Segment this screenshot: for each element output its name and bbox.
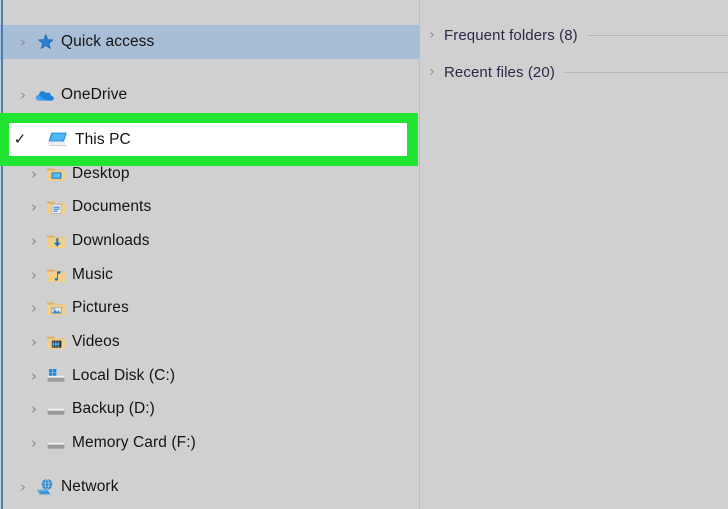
pane-splitter[interactable] [419,0,420,509]
left-edge-accent-line [1,0,3,509]
tree-item-onedrive[interactable]: › OneDrive [0,78,419,112]
star-icon [34,32,56,52]
tree-item-quick-access[interactable]: › Quick access [0,25,419,59]
cloud-icon [34,85,56,105]
chevron-right-icon[interactable]: › [23,435,45,451]
content-pane: › Frequent folders (8) › Recent files (2… [420,0,728,509]
group-header-label: Frequent folders (8) [444,26,578,44]
tree-item-label: Pictures [72,299,129,316]
check-icon[interactable]: ✓ [9,132,31,147]
chevron-right-icon[interactable]: › [12,479,34,495]
tree-item-label: Documents [72,198,152,215]
chevron-right-icon[interactable]: › [23,334,45,350]
tree-item-label: Music [72,266,113,283]
folder-downloads-icon [45,231,67,251]
tree-item-label: Network [61,478,119,495]
tree-item-videos[interactable]: › Videos [0,325,419,359]
folder-pictures-icon [45,298,67,318]
group-header-label: Recent files (20) [444,63,555,81]
tree-item-downloads[interactable]: › Downloads [0,224,419,258]
drive-windows-icon [45,366,67,386]
chevron-right-icon[interactable]: › [23,300,45,316]
annotation-highlight-this-pc: ✓ This PC [0,113,418,166]
tree-item-label: OneDrive [61,86,128,103]
chevron-right-icon[interactable]: › [420,28,444,42]
file-explorer-window: › Quick access › OneDrive ✔ [0,0,728,509]
group-header-frequent-folders[interactable]: › Frequent folders (8) [420,22,728,48]
group-header-rule [587,34,728,36]
network-icon [34,477,56,497]
navigation-pane: › Quick access › OneDrive ✔ [0,0,419,509]
tree-item-label: Videos [72,333,120,350]
chevron-right-icon[interactable]: › [420,65,444,79]
tree-item-pictures[interactable]: › Pictures [0,291,419,325]
folder-music-icon [45,265,67,285]
tree-item-label: Memory Card (F:) [72,434,196,451]
tree-item-label: Downloads [72,232,150,249]
tree-item-label: Local Disk (C:) [72,367,176,384]
chevron-right-icon[interactable]: › [23,199,45,215]
computer-icon [47,130,69,150]
chevron-right-icon[interactable]: › [12,87,34,103]
chevron-right-icon[interactable]: › [23,166,45,182]
tree-item-label: Backup (D:) [72,400,155,417]
tree-item-memory-card-f[interactable]: › Memory Card (F:) [0,426,419,460]
chevron-right-icon[interactable]: › [23,267,45,283]
folder-documents-icon [45,197,67,217]
tree-item-this-pc-highlighted[interactable]: ✓ This PC [9,123,407,156]
drive-icon [45,399,67,419]
group-header-rule [564,71,728,73]
folder-desktop-icon [45,164,67,184]
chevron-right-icon[interactable]: › [23,368,45,384]
tree-item-network[interactable]: › Network [0,470,419,504]
tree-item-music[interactable]: › Music [0,258,419,292]
tree-item-documents[interactable]: › Documents [0,190,419,224]
chevron-right-icon[interactable]: › [23,401,45,417]
chevron-right-icon[interactable]: › [12,34,34,50]
tree-item-label: This PC [75,130,131,148]
tree-item-label: Desktop [72,165,130,182]
chevron-right-icon[interactable]: › [23,233,45,249]
drive-icon [45,433,67,453]
group-header-recent-files[interactable]: › Recent files (20) [420,59,728,85]
folder-videos-icon [45,332,67,352]
tree-item-label: Quick access [61,33,155,50]
tree-item-backup-d[interactable]: › Backup (D:) [0,392,419,426]
tree-item-local-disk-c[interactable]: › Local Disk (C:) [0,359,419,393]
